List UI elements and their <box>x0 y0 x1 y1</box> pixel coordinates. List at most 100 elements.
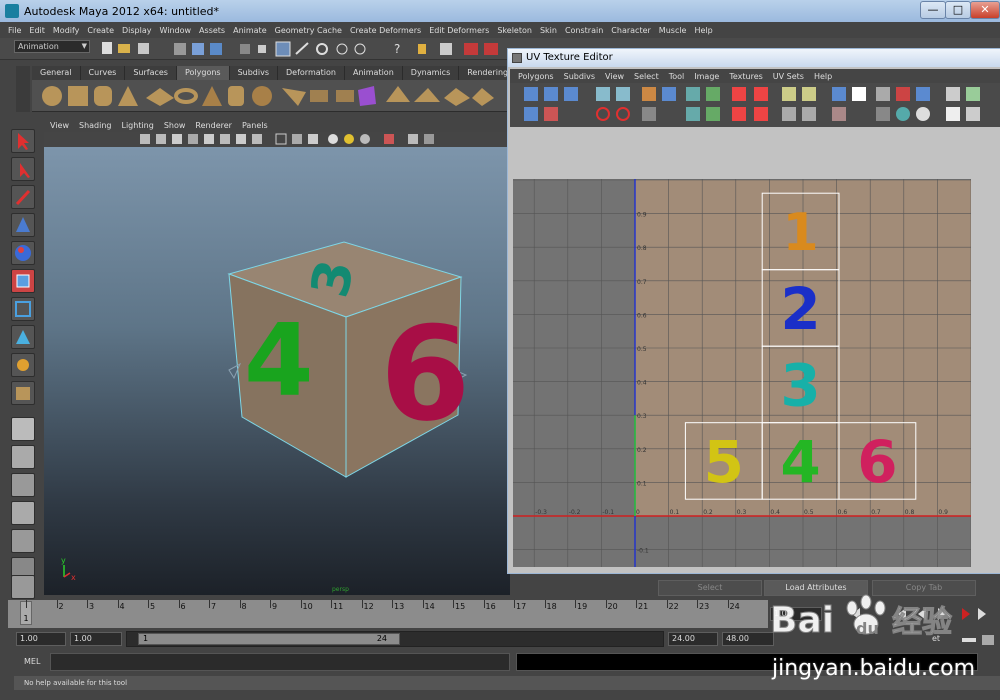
menu-display[interactable]: Display <box>122 26 152 35</box>
watermark-du: du <box>856 619 879 638</box>
menu-set-dropdown[interactable]: Animation ▼ <box>14 40 90 53</box>
uv-axis-label-y: 0.9 <box>637 212 647 219</box>
uv-axis-label-x: 0.1 <box>670 509 680 516</box>
menu-window[interactable]: Window <box>160 26 192 35</box>
paint-select-tool[interactable] <box>11 185 35 209</box>
playback-end-field[interactable]: 24.00 <box>668 632 718 646</box>
uv-menu-help[interactable]: Help <box>814 72 832 81</box>
uv-grid: 0.90.80.70.60.50.40.30.20.1-0.1-0.4-0.3-… <box>513 179 971 567</box>
close-button[interactable]: ✕ <box>970 1 1000 19</box>
manipulator-icon <box>17 359 29 371</box>
shelf-tab-curves[interactable]: Curves <box>81 66 126 80</box>
select-tool[interactable] <box>11 129 35 153</box>
menu-muscle[interactable]: Muscle <box>659 26 687 35</box>
panel-menu-shading[interactable]: Shading <box>79 121 112 130</box>
uv-menu-image[interactable]: Image <box>694 72 719 81</box>
textured-icon <box>308 134 318 144</box>
extrude-icon <box>414 88 440 102</box>
menu-skeleton[interactable]: Skeleton <box>497 26 532 35</box>
panel-menu-panels[interactable]: Panels <box>242 121 268 130</box>
uv-axis-label-y: 0.6 <box>637 312 647 319</box>
flip-u-icon <box>596 87 610 101</box>
minimize-button[interactable]: — <box>920 1 946 19</box>
menu-character[interactable]: Character <box>611 26 651 35</box>
outliner-layout[interactable] <box>11 575 35 599</box>
last-tool[interactable] <box>11 381 35 405</box>
menu-create-deformers[interactable]: Create Deformers <box>350 26 421 35</box>
perspective-viewport[interactable]: 3 4 6 y x persp <box>44 147 510 595</box>
menu-animate[interactable]: Animate <box>233 26 267 35</box>
grid-uv-icon <box>782 87 796 101</box>
uv-menu-uv-sets[interactable]: UV Sets <box>773 72 804 81</box>
shelf-tab-subdivs[interactable]: Subdivs <box>230 66 279 80</box>
menu-skin[interactable]: Skin <box>540 26 557 35</box>
time-tick <box>544 600 546 608</box>
align-min-u-icon <box>732 87 746 101</box>
menu-file[interactable]: File <box>8 26 21 35</box>
uv-grid-area[interactable]: 0.90.80.70.60.50.40.30.20.1-0.1-0.4-0.3-… <box>513 179 971 567</box>
uv-menu-subdivs[interactable]: Subdivs <box>564 72 595 81</box>
menu-help[interactable]: Help <box>694 26 712 35</box>
menu-edit[interactable]: Edit <box>29 26 45 35</box>
scale-tool[interactable] <box>11 269 35 293</box>
panel-menu-view[interactable]: View <box>50 121 69 130</box>
pixel-snap-icon <box>896 87 910 101</box>
soft-mod-icon <box>16 330 30 344</box>
menu-edit-deformers[interactable]: Edit Deformers <box>429 26 489 35</box>
extract-icon <box>336 90 354 102</box>
safe-action-icon <box>236 134 246 144</box>
panel-menu-renderer[interactable]: Renderer <box>195 121 232 130</box>
shelf-tab-animation[interactable]: Animation <box>345 66 403 80</box>
shelf-tab-polygons[interactable]: Polygons <box>176 66 230 80</box>
persp-graph-layout[interactable] <box>11 529 35 553</box>
rotate-tool[interactable] <box>11 241 35 265</box>
animation-end-field[interactable]: 48.00 <box>722 632 774 646</box>
soft-mod-tool[interactable] <box>11 325 35 349</box>
uv-menu-tool[interactable]: Tool <box>669 72 685 81</box>
menu-geometry-cache[interactable]: Geometry Cache <box>275 26 342 35</box>
persp-outliner-layout[interactable] <box>11 501 35 525</box>
shelf-tab-deformation[interactable]: Deformation <box>278 66 345 80</box>
panel-menu-lighting[interactable]: Lighting <box>121 121 153 130</box>
range-slider-thumb[interactable]: 1 24 <box>138 633 400 645</box>
maximize-button[interactable]: □ <box>945 1 971 19</box>
watermark-cn: 经验 <box>892 605 952 640</box>
single-pane-layout[interactable] <box>11 417 35 441</box>
universal-manipulator[interactable] <box>11 297 35 321</box>
four-pane-layout[interactable] <box>11 445 35 469</box>
time-tick-label: 24 <box>729 602 740 611</box>
panel-menu-show[interactable]: Show <box>164 121 186 130</box>
show-manipulator-tool[interactable] <box>11 353 35 377</box>
side-by-side-layout[interactable] <box>11 473 35 497</box>
uv-menu-polygons[interactable]: Polygons <box>518 72 554 81</box>
uv-shell-label: 1 <box>783 203 819 263</box>
uv-menu-textures[interactable]: Textures <box>729 72 762 81</box>
lasso-tool[interactable] <box>11 157 35 181</box>
shelf-tab-dynamics[interactable]: Dynamics <box>403 66 460 80</box>
view-grid-icon <box>876 87 890 101</box>
uv-editor-title-bar: UV Texture Editor <box>508 49 1000 67</box>
menu-modify[interactable]: Modify <box>53 26 80 35</box>
shelf-tab-surfaces[interactable]: Surfaces <box>125 66 177 80</box>
move-tool[interactable] <box>11 213 35 237</box>
poly-cylinder-icon <box>94 86 112 106</box>
time-tick-label: 17 <box>516 602 527 611</box>
uv-menu-view[interactable]: View <box>605 72 624 81</box>
mel-input[interactable] <box>50 653 510 671</box>
flip-v-icon <box>616 87 630 101</box>
menu-constrain[interactable]: Constrain <box>565 26 603 35</box>
playback-start-field[interactable]: 1.00 <box>70 632 122 646</box>
time-tick <box>666 600 668 608</box>
select-button[interactable]: Select <box>658 580 762 596</box>
uv-menu-select[interactable]: Select <box>634 72 659 81</box>
time-tick-label: 9 <box>272 602 278 611</box>
menu-create[interactable]: Create <box>87 26 114 35</box>
animation-start-field[interactable]: 1.00 <box>16 632 66 646</box>
shelf-tab-general[interactable]: General <box>32 66 81 80</box>
shelf-side-tabs[interactable] <box>16 66 30 112</box>
uv-axis-label-y: 0.7 <box>637 279 647 286</box>
time-tick <box>392 600 393 608</box>
isolate-uv-icon <box>802 107 816 121</box>
dim-image-icon <box>832 107 846 121</box>
menu-assets[interactable]: Assets <box>199 26 225 35</box>
